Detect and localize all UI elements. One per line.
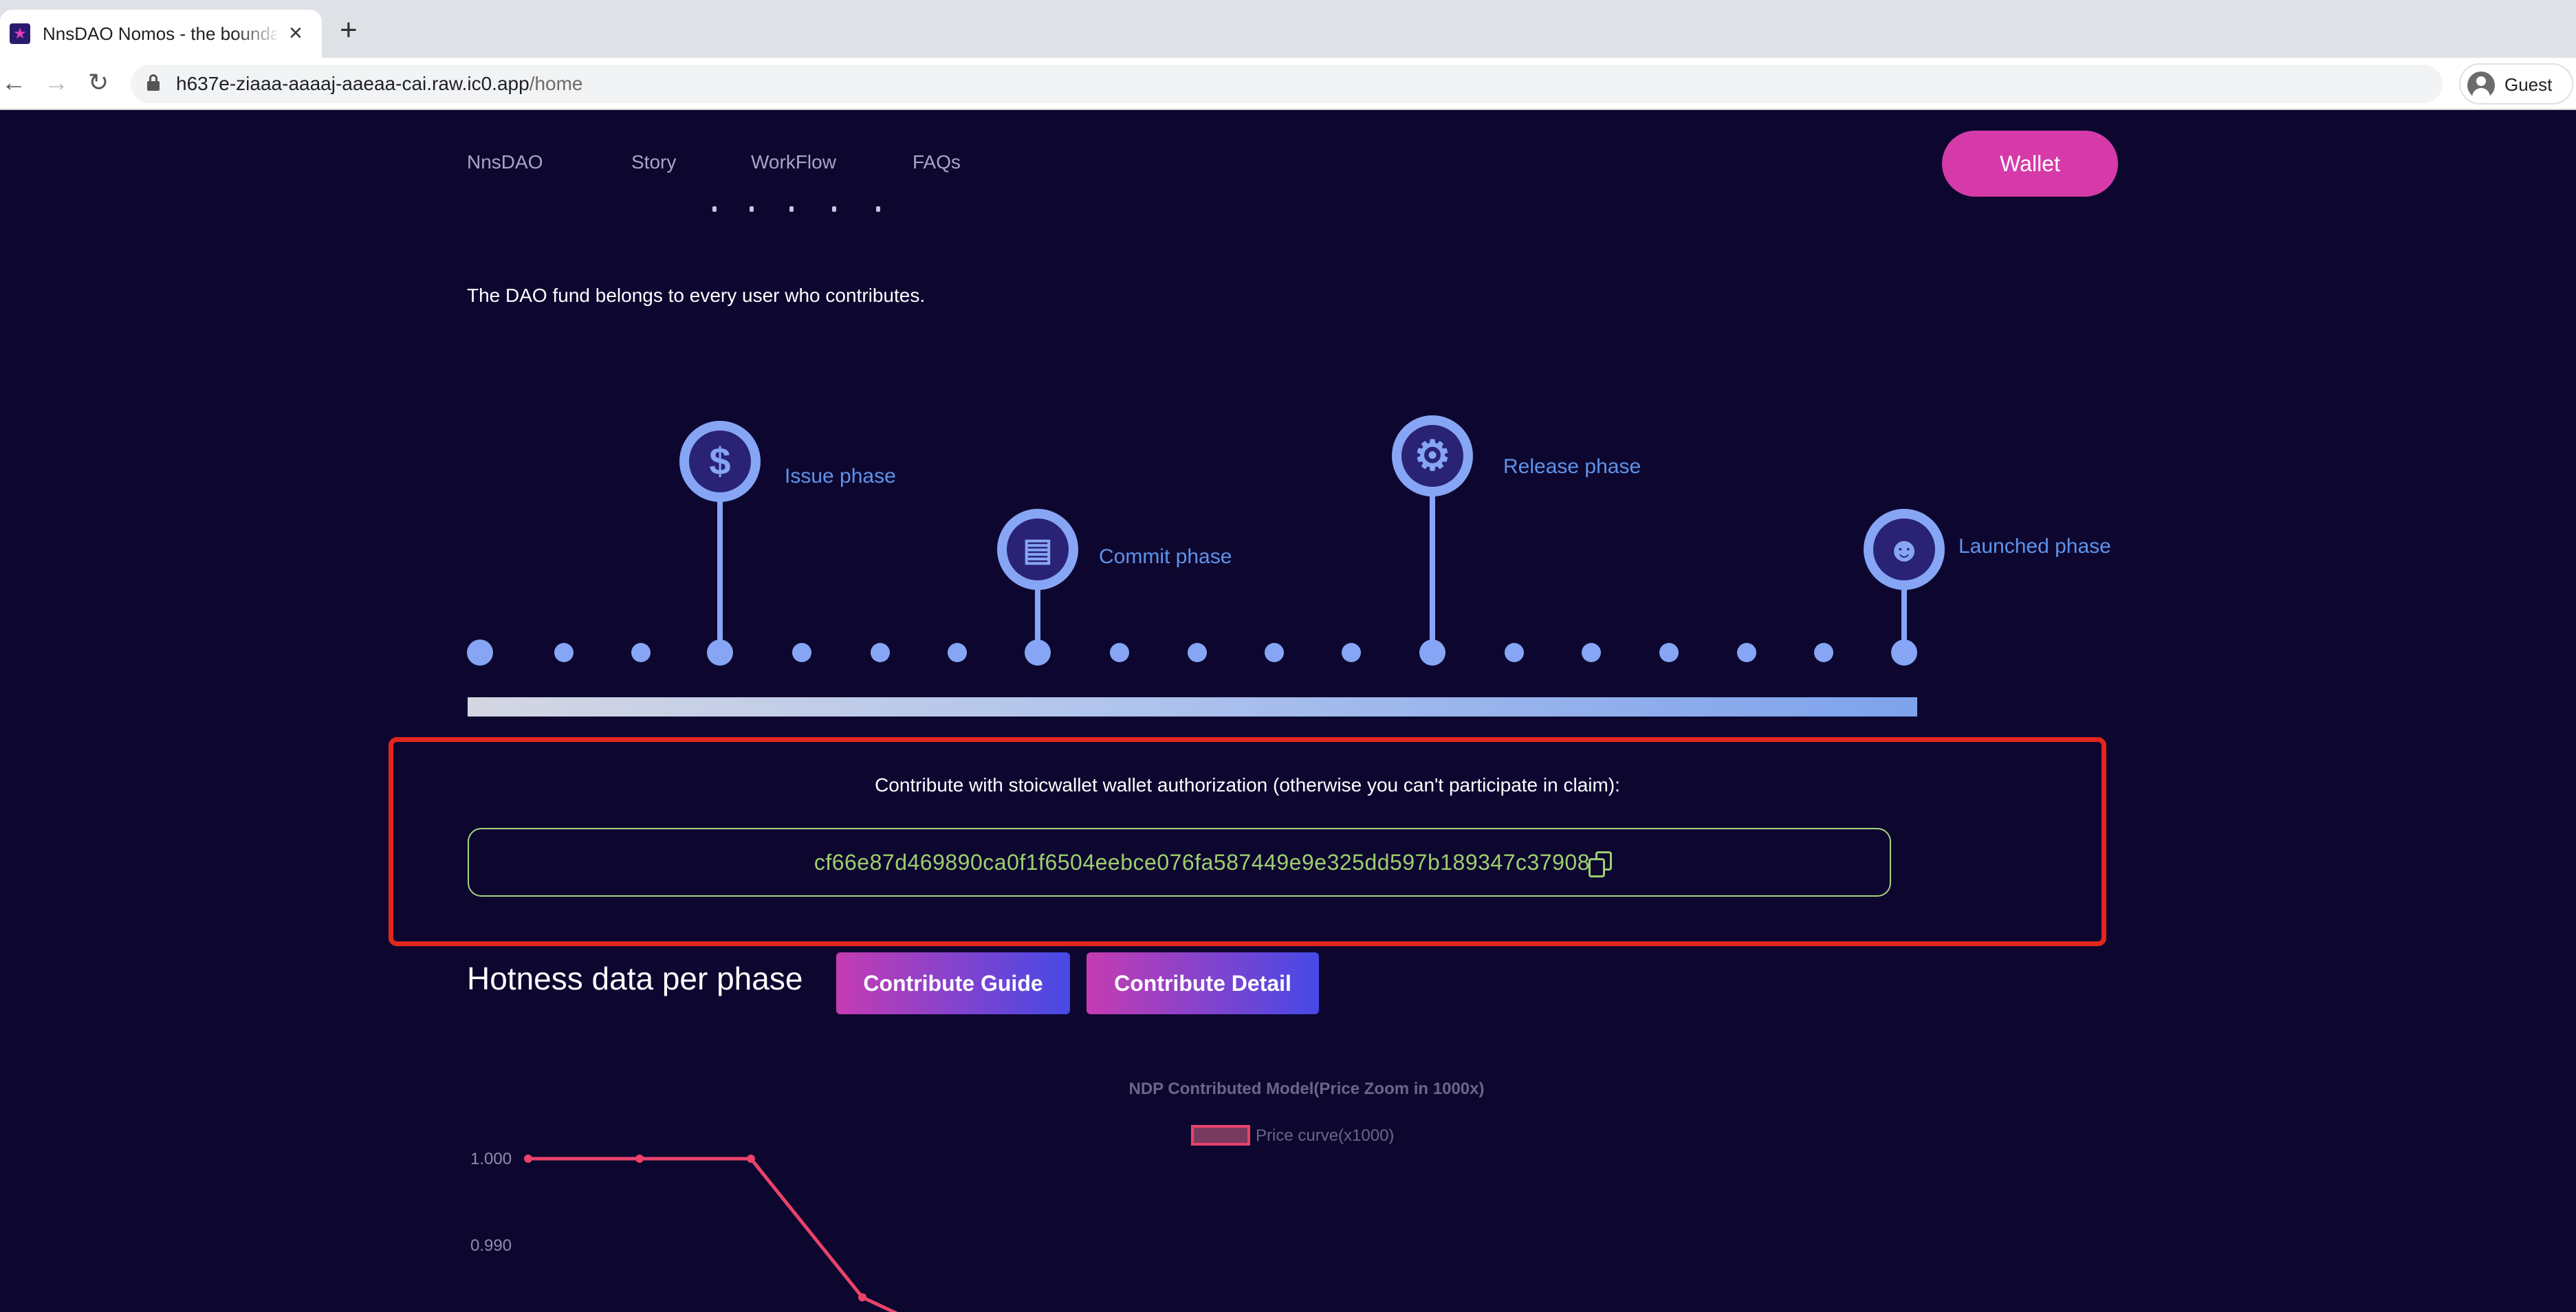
url-input[interactable]: h637e-ziaaa-aaaaj-aaeaa-cai.raw.ic0.app/…	[131, 65, 2443, 103]
nav-faqs[interactable]: FAQs	[913, 151, 961, 173]
browser-tabbar: ★ NnsDAO Nomos - the boundary × +	[0, 0, 2576, 58]
phase-label-release: Release phase	[1503, 455, 1641, 478]
price-point[interactable]	[747, 1155, 755, 1163]
phase-label-commit: Commit phase	[1099, 545, 1232, 568]
wallet-button[interactable]: Wallet	[1942, 131, 2118, 197]
phase-progress-bar	[468, 697, 1917, 717]
page-content: NnsDAO Story WorkFlow FAQs Wallet The DA…	[0, 110, 2576, 1312]
timeline-dot	[1419, 639, 1445, 666]
url-text: h637e-ziaaa-aaaaj-aaeaa-cai.raw.ic0.app/…	[176, 73, 583, 94]
phase-label-launched: Launched phase	[1958, 535, 2111, 558]
forward-icon[interactable]: →	[44, 69, 69, 96]
nav-story[interactable]: Story	[631, 151, 676, 173]
timeline-dot	[1025, 639, 1051, 666]
dollar-icon: $	[679, 421, 761, 502]
wallet-address: cf66e87d469890ca0f1f6504eebce076fa587449…	[814, 850, 1590, 875]
back-icon[interactable]: ←	[1, 69, 26, 96]
chart-title: NDP Contributed Model(Price Zoom in 1000…	[1128, 1080, 1485, 1098]
price-point[interactable]	[524, 1155, 532, 1163]
timeline-dot	[467, 639, 493, 666]
price-point[interactable]	[858, 1293, 866, 1302]
timeline-stick	[1430, 487, 1435, 642]
browser-tab[interactable]: ★ NnsDAO Nomos - the boundary ×	[0, 10, 322, 58]
price-point[interactable]	[635, 1155, 644, 1163]
favicon-icon: ★	[10, 23, 30, 44]
phase-label-issue: Issue phase	[785, 465, 896, 488]
reload-icon[interactable]: ↻	[88, 69, 109, 96]
contribute-guide-button[interactable]: Contribute Guide	[836, 952, 1070, 1014]
legend-label: Price curve(x1000)	[1256, 1126, 1395, 1145]
close-tab-icon[interactable]: ×	[289, 19, 303, 47]
timeline-dot	[631, 643, 651, 662]
profile-label: Guest	[2504, 74, 2553, 95]
timeline-dot	[792, 643, 811, 662]
nav-brand[interactable]: NnsDAO	[467, 151, 543, 173]
timeline-dot	[707, 639, 733, 666]
alien-icon: ☻	[1864, 509, 1945, 590]
timeline-dot	[554, 643, 574, 662]
timeline-dot	[1265, 643, 1284, 662]
timeline-dot	[871, 643, 890, 662]
timeline-dot	[1342, 643, 1361, 662]
y-tick-label: 1.000	[470, 1150, 512, 1168]
contribute-detail-button[interactable]: Contribute Detail	[1087, 952, 1319, 1014]
y-tick-label: 0.990	[470, 1236, 512, 1255]
copy-icon[interactable]	[1586, 849, 1616, 879]
price-curve-line	[528, 1157, 898, 1312]
avatar	[2467, 72, 2495, 99]
intro-text: The DAO fund belongs to every user who c…	[467, 285, 926, 306]
new-tab-icon[interactable]: +	[340, 15, 358, 45]
wallet-address-box[interactable]: cf66e87d469890ca0f1f6504eebce076fa587449…	[468, 828, 1891, 897]
profile-button[interactable]: Guest	[2459, 63, 2573, 105]
timeline-dot	[1659, 643, 1679, 662]
nav-workflow[interactable]: WorkFlow	[751, 151, 836, 173]
timeline-dot	[1110, 643, 1129, 662]
lock-icon	[147, 74, 160, 92]
scrolled-heading-fragment	[701, 206, 908, 216]
legend-swatch[interactable]	[1191, 1125, 1250, 1146]
timeline-stick	[717, 495, 723, 642]
timeline-dot	[1814, 643, 1833, 662]
hotness-title: Hotness data per phase	[467, 961, 803, 996]
briefcase-icon: ▤	[997, 509, 1078, 590]
address-bar: ← → ↻ h637e-ziaaa-aaaaj-aaeaa-cai.raw.ic…	[0, 58, 2576, 110]
timeline-dot	[1737, 643, 1756, 662]
contribute-title: Contribute with stoicwallet wallet autho…	[875, 774, 1620, 796]
timeline-dot	[1891, 639, 1917, 666]
timeline-dot	[1505, 643, 1524, 662]
timeline-dot	[1582, 643, 1601, 662]
timeline-dot	[948, 643, 967, 662]
gear-icon: ⚙	[1392, 415, 1473, 496]
timeline-dot	[1188, 643, 1207, 662]
